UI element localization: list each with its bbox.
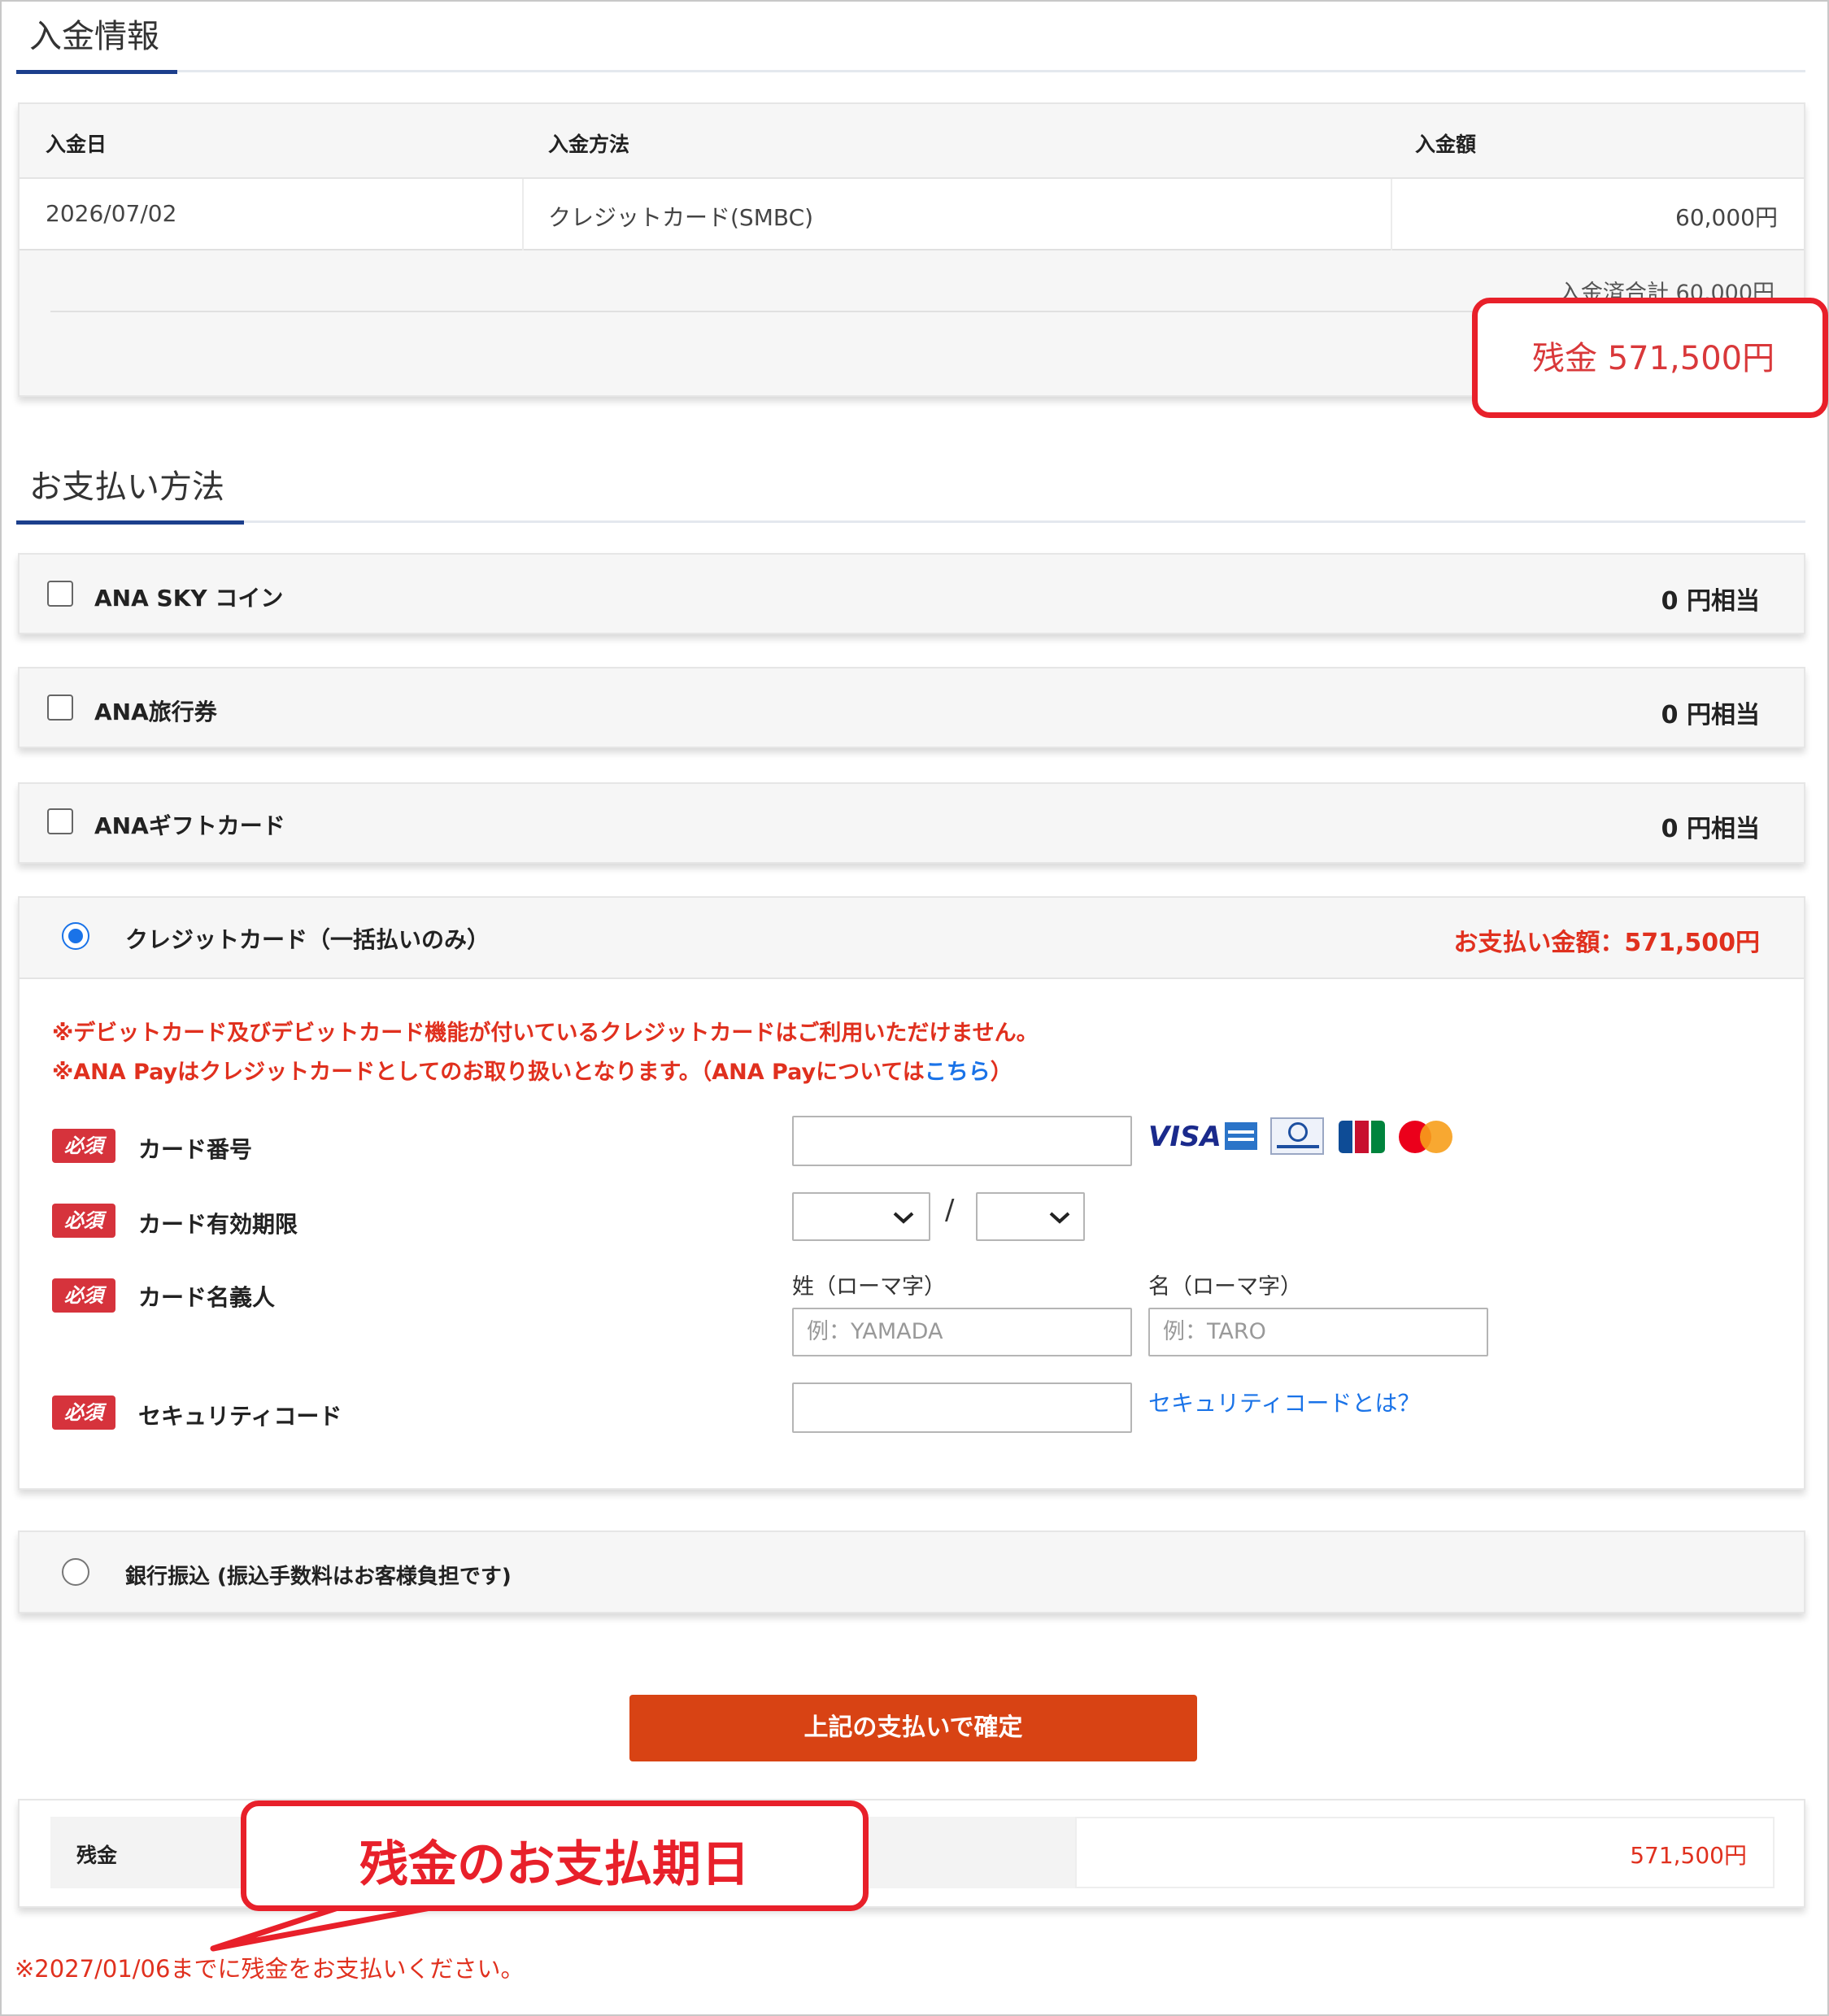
due-date-note: ※2027/01/06までに残金をお支払いください。: [15, 1955, 525, 1983]
callout-pointer-icon: [210, 1898, 442, 1952]
callout-text: 残金のお支払期日: [359, 1836, 750, 1893]
